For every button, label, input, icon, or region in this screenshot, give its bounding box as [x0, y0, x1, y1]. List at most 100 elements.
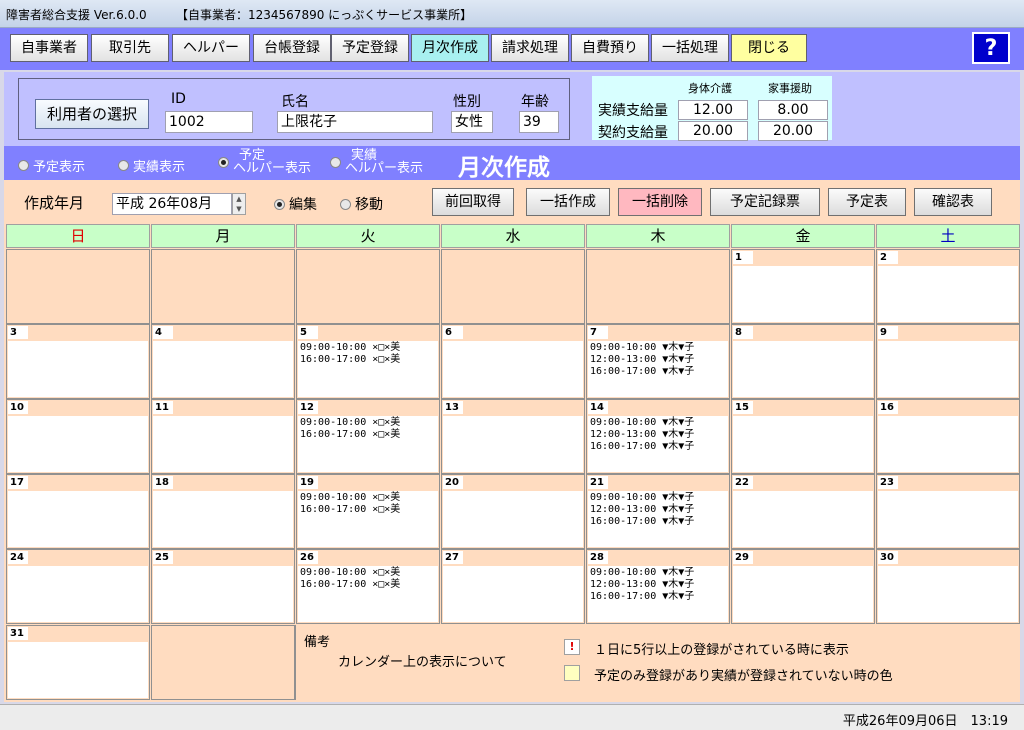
close-button[interactable]: 閉じる — [731, 34, 807, 62]
day-entries[interactable] — [733, 491, 873, 547]
ledger-button[interactable]: 台帳登録 — [253, 34, 331, 62]
day-entries[interactable] — [733, 416, 873, 472]
actual-display-radio[interactable]: 実績表示 — [118, 156, 185, 175]
calendar-day-cell[interactable]: 6 — [441, 324, 585, 399]
day-entries[interactable] — [878, 416, 1018, 472]
day-entries[interactable] — [443, 416, 583, 472]
day-entries[interactable]: 09:00-10:00 ▼木▼子 12:00-13:00 ▼木▼子 16:00-17… — [588, 341, 728, 397]
schedule-register-button[interactable]: 予定登録 — [331, 34, 409, 62]
age-field[interactable]: 39 — [519, 111, 559, 133]
calendar-day-cell[interactable]: 15 — [731, 399, 875, 474]
day-entries[interactable]: 09:00-10:00 ×□×美 16:00-17:00 ×□×美 — [298, 491, 438, 547]
day-entries[interactable] — [8, 566, 148, 622]
calendar-day-cell[interactable]: 5 09:00-10:00 ×□×美 16:00-17:00 ×□×美 — [296, 324, 440, 399]
day-entries[interactable] — [733, 341, 873, 397]
gender-field[interactable]: 女性 — [451, 111, 493, 133]
helper-button[interactable]: ヘルパー — [172, 34, 250, 62]
select-user-button[interactable]: 利用者の選択 — [35, 99, 149, 129]
calendar-day-cell[interactable]: 4 — [151, 324, 295, 399]
legend-many-entries: １日に5行以上の登録がされている時に表示 — [594, 643, 849, 658]
day-entries[interactable] — [8, 341, 148, 397]
month-field[interactable]: 平成 26年08月 — [112, 193, 232, 215]
calendar-day-cell[interactable]: 1 — [731, 249, 875, 324]
calendar-day-cell[interactable]: 7 09:00-10:00 ▼木▼子 12:00-13:00 ▼木▼子 16:00-1… — [586, 324, 730, 399]
month-spinner[interactable]: ▲ ▼ — [232, 193, 246, 215]
batch-process-button[interactable]: 一括処理 — [651, 34, 729, 62]
schedule-display-radio[interactable]: 予定表示 — [18, 156, 85, 175]
day-entries[interactable] — [8, 491, 148, 547]
calendar-day-cell[interactable]: 9 — [876, 324, 1020, 399]
bulk-delete-button[interactable]: 一括削除 — [618, 188, 702, 216]
day-entries[interactable]: 09:00-10:00 ×□×美 16:00-17:00 ×□×美 — [298, 416, 438, 472]
calendar-day-cell[interactable]: 21 09:00-10:00 ▼木▼子 12:00-13:00 ▼木▼子 16:00-… — [586, 474, 730, 549]
id-field[interactable]: 1002 — [165, 111, 253, 133]
day-entries[interactable] — [443, 491, 583, 547]
day-entries[interactable] — [153, 416, 293, 472]
day-entries[interactable] — [8, 642, 148, 698]
calendar-day-cell[interactable]: 16 — [876, 399, 1020, 474]
clients-button[interactable]: 取引先 — [91, 34, 169, 62]
calendar-day-cell[interactable]: 3 — [6, 324, 150, 399]
calendar-day-cell[interactable]: 17 — [6, 474, 150, 549]
control-bar: 作成年月 平成 26年08月 ▲ ▼ 編集 移動 前回取得 一括作成 一括削除 … — [4, 180, 1020, 224]
day-entries[interactable]: 09:00-10:00 ▼木▼子 12:00-13:00 ▼木▼子 16:00-17… — [588, 416, 728, 472]
day-entries[interactable] — [153, 566, 293, 622]
day-entries[interactable] — [733, 266, 873, 322]
day-entries[interactable] — [878, 566, 1018, 622]
day-entries[interactable] — [878, 341, 1018, 397]
calendar-day-cell[interactable]: 23 — [876, 474, 1020, 549]
actual-supply-label: 実績支給量 — [598, 103, 668, 119]
day-entries[interactable]: 09:00-10:00 ×□×美 16:00-17:00 ×□×美 — [298, 341, 438, 397]
edit-radio[interactable]: 編集 — [274, 194, 317, 214]
calendar-day-cell[interactable]: 29 — [731, 549, 875, 624]
day-entries[interactable] — [443, 566, 583, 622]
own-office-button[interactable]: 自事業者 — [10, 34, 88, 62]
calendar-day-cell[interactable]: 25 — [151, 549, 295, 624]
calendar-day-cell[interactable]: 13 — [441, 399, 585, 474]
spin-down-icon[interactable]: ▼ — [233, 204, 245, 214]
monthly-create-button[interactable]: 月次作成 — [411, 34, 489, 62]
calendar-day-cell[interactable]: 20 — [441, 474, 585, 549]
calendar-day-cell[interactable]: 12 09:00-10:00 ×□×美 16:00-17:00 ×□×美 — [296, 399, 440, 474]
move-radio[interactable]: 移動 — [340, 194, 383, 214]
fetch-previous-button[interactable]: 前回取得 — [432, 188, 514, 216]
day-entries[interactable] — [878, 266, 1018, 322]
day-number: 3 — [8, 326, 28, 339]
name-field[interactable]: 上限花子 — [277, 111, 433, 133]
actual-helper-radio[interactable]: 実績 ヘルパー表示 — [330, 149, 423, 175]
help-button[interactable]: ? — [972, 32, 1010, 64]
calendar-day-cell[interactable]: 10 — [6, 399, 150, 474]
calendar-day-cell[interactable]: 24 — [6, 549, 150, 624]
calendar-day-cell[interactable]: 11 — [151, 399, 295, 474]
calendar-day-cell[interactable]: 31 — [6, 625, 150, 700]
day-entries[interactable]: 09:00-10:00 ▼木▼子 12:00-13:00 ▼木▼子 16:00-17… — [588, 491, 728, 547]
calendar-day-cell[interactable]: 30 — [876, 549, 1020, 624]
spin-up-icon[interactable]: ▲ — [233, 194, 245, 204]
calendar-day-cell[interactable]: 28 09:00-10:00 ▼木▼子 12:00-13:00 ▼木▼子 16:00-… — [586, 549, 730, 624]
calendar-day-cell[interactable]: 27 — [441, 549, 585, 624]
radio-dot-icon — [330, 156, 341, 168]
schedule-record-button[interactable]: 予定記録票 — [710, 188, 820, 216]
day-entries[interactable]: 09:00-10:00 ×□×美 16:00-17:00 ×□×美 — [298, 566, 438, 622]
calendar-day-cell[interactable]: 19 09:00-10:00 ×□×美 16:00-17:00 ×□×美 — [296, 474, 440, 549]
day-entries[interactable] — [153, 491, 293, 547]
calendar-day-cell[interactable]: 14 09:00-10:00 ▼木▼子 12:00-13:00 ▼木▼子 16:00-… — [586, 399, 730, 474]
confirm-table-button[interactable]: 確認表 — [914, 188, 992, 216]
calendar-day-cell[interactable]: 18 — [151, 474, 295, 549]
day-entries[interactable] — [153, 341, 293, 397]
day-entries[interactable] — [878, 491, 1018, 547]
billing-button[interactable]: 請求処理 — [491, 34, 569, 62]
bulk-create-button[interactable]: 一括作成 — [526, 188, 610, 216]
self-pay-button[interactable]: 自費預り — [571, 34, 649, 62]
schedule-helper-radio[interactable]: 予定 ヘルパー表示 — [218, 149, 311, 175]
schedule-entry: 16:00-17:00 ▼木▼子 — [590, 366, 695, 377]
schedule-table-button[interactable]: 予定表 — [828, 188, 906, 216]
day-entries[interactable] — [443, 341, 583, 397]
day-entries[interactable]: 09:00-10:00 ▼木▼子 12:00-13:00 ▼木▼子 16:00-17… — [588, 566, 728, 622]
day-entries[interactable] — [733, 566, 873, 622]
calendar-day-cell[interactable]: 8 — [731, 324, 875, 399]
calendar-day-cell[interactable]: 26 09:00-10:00 ×□×美 16:00-17:00 ×□×美 — [296, 549, 440, 624]
calendar-day-cell[interactable]: 2 — [876, 249, 1020, 324]
day-entries[interactable] — [8, 416, 148, 472]
calendar-day-cell[interactable]: 22 — [731, 474, 875, 549]
